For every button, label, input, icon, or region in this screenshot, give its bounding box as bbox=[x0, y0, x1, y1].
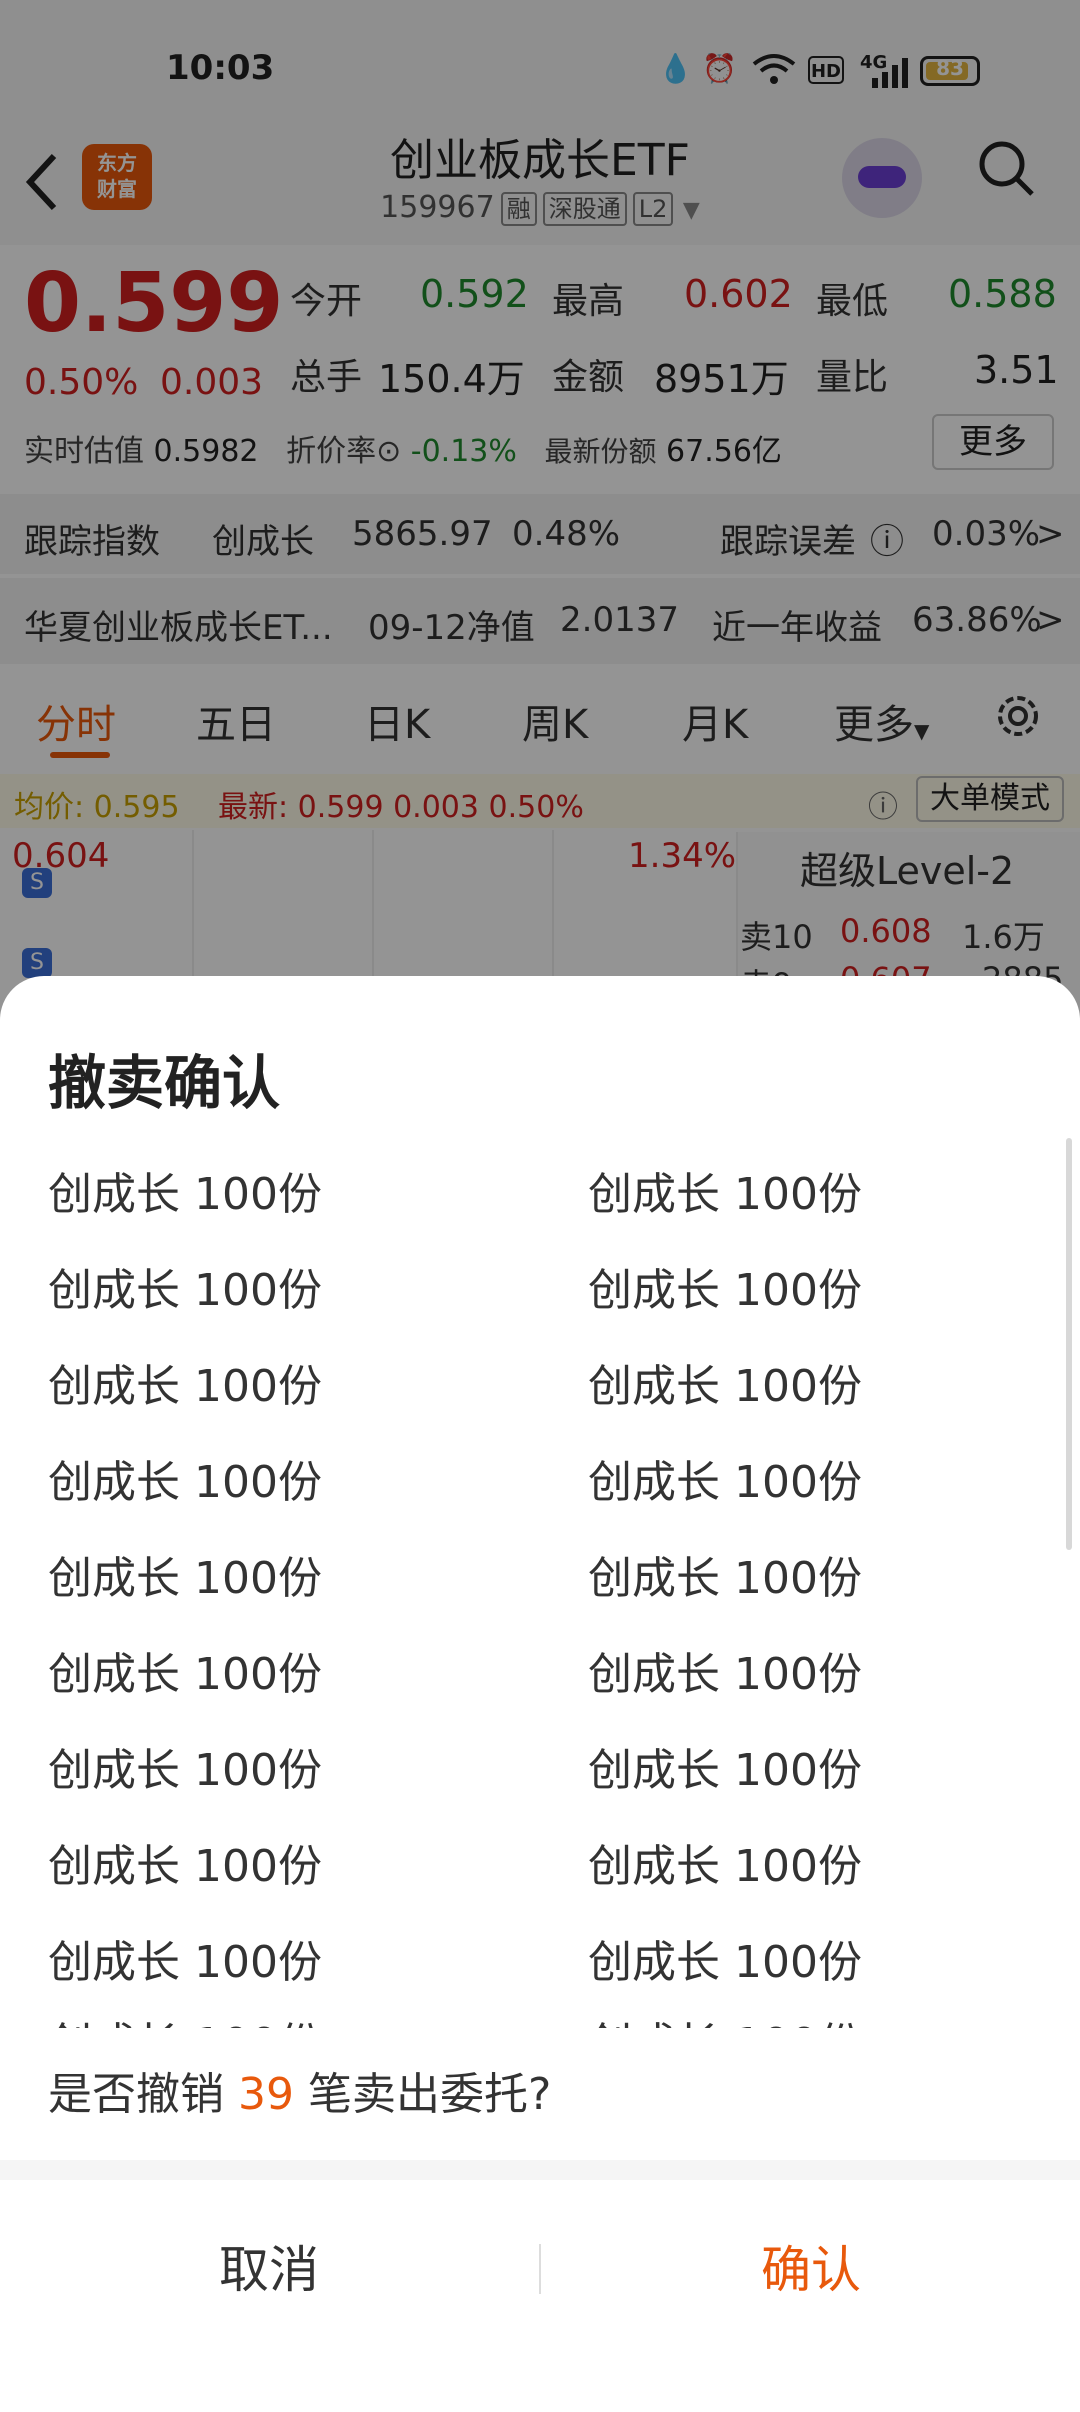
list-item: 创成长 100份 bbox=[48, 1745, 322, 1796]
list-item: 创成长 100份 bbox=[588, 1361, 862, 1412]
button-divider bbox=[539, 2244, 541, 2294]
list-item: 创成长 100份 bbox=[48, 1649, 322, 1700]
list-item: 创成长 100份 bbox=[48, 1937, 322, 1988]
order-count: 39 bbox=[238, 2069, 294, 2120]
order-list[interactable]: 创成长 100份 创成长 100份 创成长 100份 创成长 100份 创成长 … bbox=[0, 1128, 1080, 2028]
list-item: 创成长 100份 bbox=[48, 2008, 322, 2028]
list-item: 创成长 100份 bbox=[48, 1361, 322, 1412]
list-item: 创成长 100份 bbox=[48, 1457, 322, 1508]
list-item: 创成长 100份 bbox=[48, 1553, 322, 1604]
list-item: 创成长 100份 bbox=[588, 1169, 862, 1220]
list-item: 创成长 100份 bbox=[48, 1265, 322, 1316]
list-item: 创成长 100份 bbox=[588, 1937, 862, 1988]
list-item: 创成长 100份 bbox=[48, 1841, 322, 1892]
cancel-button[interactable]: 取消 bbox=[0, 2180, 538, 2360]
list-item: 创成长 100份 bbox=[588, 1841, 862, 1892]
list-item: 创成长 100份 bbox=[588, 1457, 862, 1508]
list-item: 创成长 100份 bbox=[588, 1745, 862, 1796]
list-scrollbar[interactable] bbox=[1066, 1138, 1072, 1550]
confirm-button[interactable]: 确认 bbox=[542, 2180, 1080, 2360]
list-item: 创成长 100份 bbox=[588, 1265, 862, 1316]
list-item: 创成长 100份 bbox=[48, 1169, 322, 1220]
confirm-prompt: 是否撤销 39 笔卖出委托? bbox=[48, 2069, 552, 2120]
dialog-title: 撤卖确认 bbox=[48, 1049, 281, 1117]
list-item: 创成长 100份 bbox=[588, 2008, 862, 2028]
list-item: 创成长 100份 bbox=[588, 1553, 862, 1604]
list-item: 创成长 100份 bbox=[588, 1649, 862, 1700]
divider bbox=[0, 2160, 1080, 2180]
